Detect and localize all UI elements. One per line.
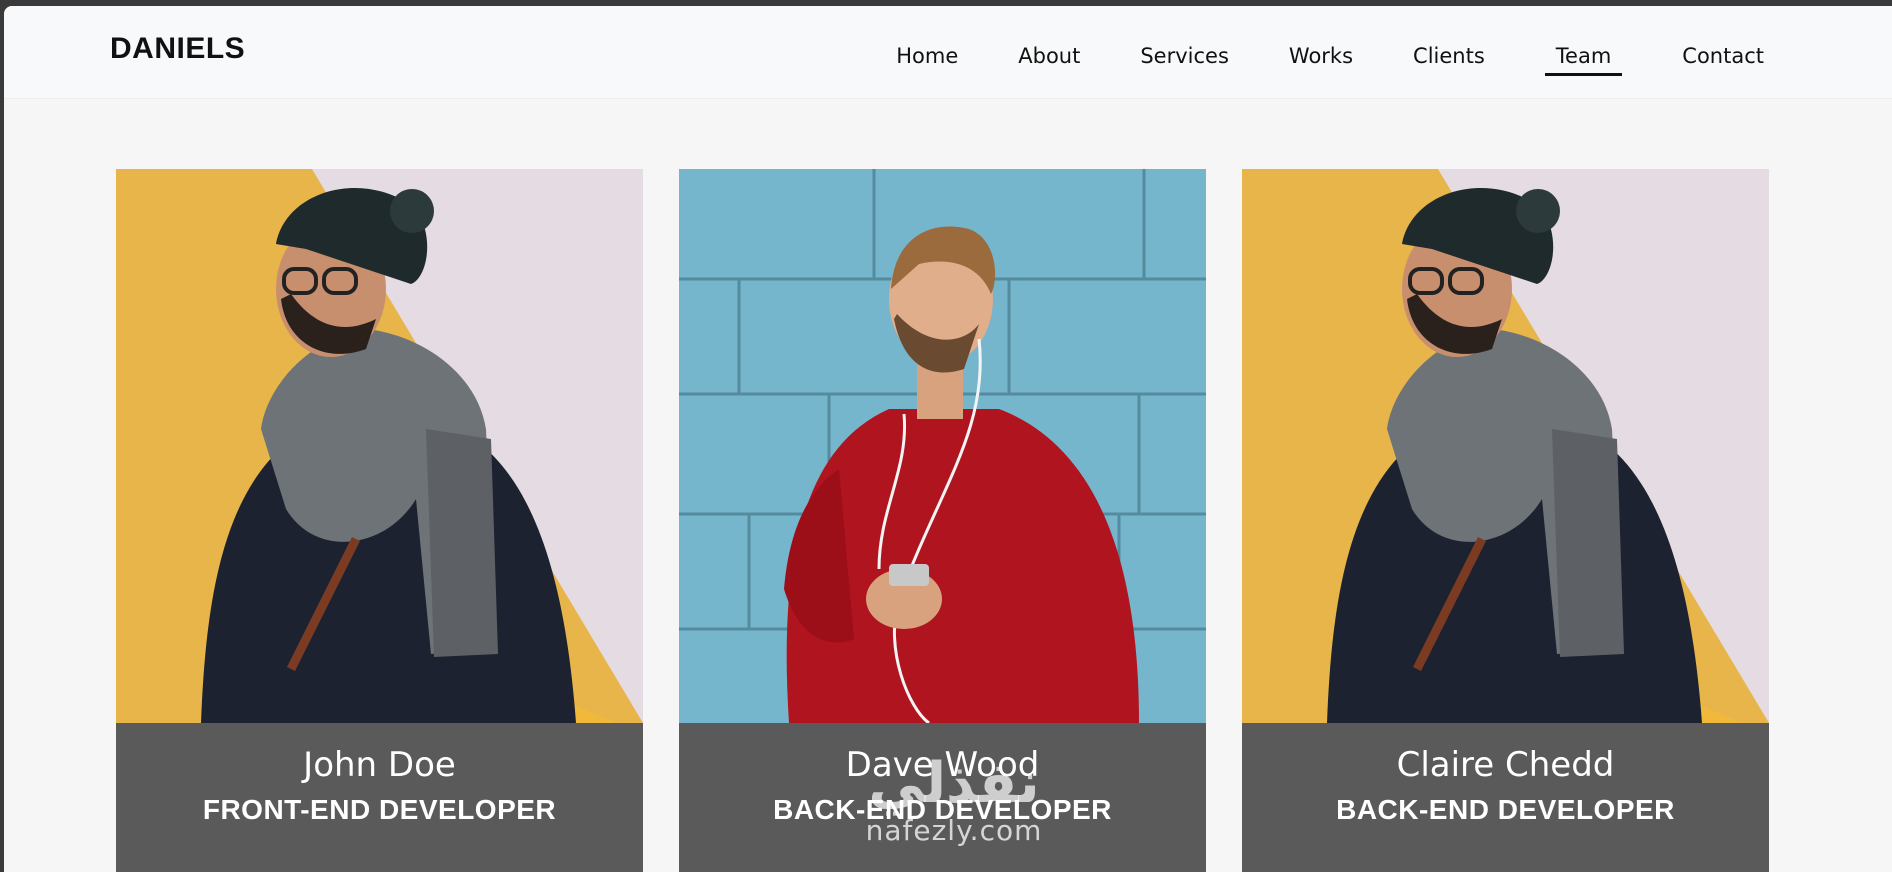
- team-member-role: BACK-END DEVELOPER: [1336, 794, 1675, 826]
- nav-services[interactable]: Services: [1140, 44, 1229, 76]
- team-section: John Doe FRONT-END DEVELOPER Dave Wood B…: [116, 169, 1769, 872]
- nav-about[interactable]: About: [1018, 44, 1080, 76]
- team-member-name: Dave Wood: [845, 745, 1040, 785]
- team-member-photo: [116, 169, 643, 723]
- nav-home[interactable]: Home: [896, 44, 958, 76]
- nav-works[interactable]: Works: [1289, 44, 1353, 76]
- team-member-role: FRONT-END DEVELOPER: [202, 794, 557, 826]
- team-member-photo: [679, 169, 1206, 723]
- team-member-photo: [1242, 169, 1769, 723]
- brand-logo[interactable]: DANIELS: [110, 32, 245, 66]
- main-nav: Home About Services Works Clients Team C…: [836, 44, 1764, 76]
- site-header: DANIELS Home About Services Works Client…: [4, 6, 1892, 98]
- team-member-role: BACK-END DEVELOPER: [773, 794, 1112, 826]
- team-card: Dave Wood BACK-END DEVELOPER: [679, 169, 1206, 872]
- nav-team[interactable]: Team: [1544, 44, 1623, 76]
- nav-contact[interactable]: Contact: [1682, 44, 1764, 76]
- browser-viewport: DANIELS Home About Services Works Client…: [4, 6, 1892, 872]
- team-member-name: Claire Chedd: [1396, 745, 1615, 785]
- team-member-name: John Doe: [303, 745, 456, 785]
- team-card: John Doe FRONT-END DEVELOPER: [116, 169, 643, 872]
- team-card: Claire Chedd BACK-END DEVELOPER: [1242, 169, 1769, 872]
- nav-clients[interactable]: Clients: [1413, 44, 1485, 76]
